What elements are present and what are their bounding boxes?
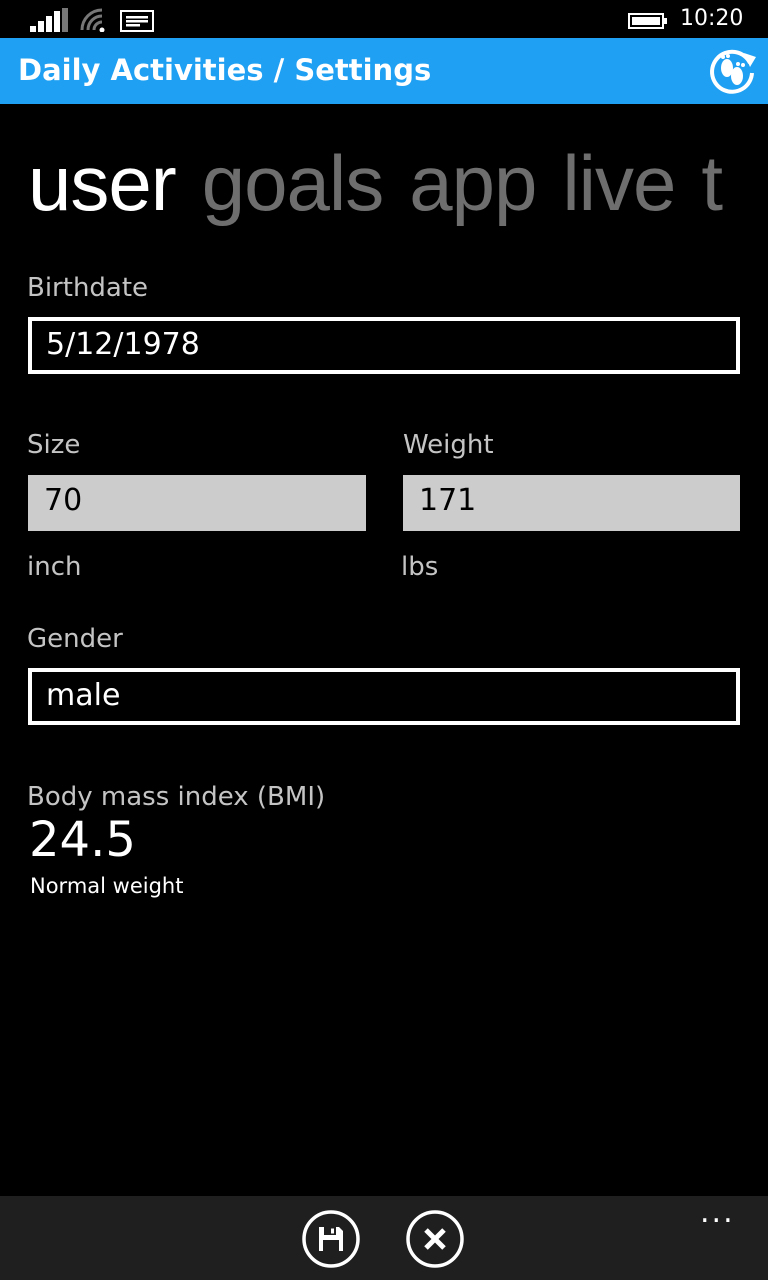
size-input[interactable]: 70 [28,475,366,531]
status-bar: 10:20 [0,0,768,38]
tab-goals[interactable]: goals [202,139,384,227]
pivot-tabs: user goals app live t [28,135,768,235]
save-icon [319,1227,343,1251]
weight-label: Weight [403,430,494,460]
bmi-value: 24.5 [29,812,136,868]
size-unit: inch [27,552,82,582]
app-bar: ... [0,1196,768,1280]
cancel-icon [424,1228,446,1250]
weight-unit: lbs [401,552,439,582]
bmi-label: Body mass index (BMI) [27,782,326,812]
battery-icon [628,13,667,29]
tab-live[interactable]: live [562,139,676,227]
weight-input[interactable]: 171 [403,475,740,531]
birthdate-field[interactable]: 5/12/1978 [28,317,740,374]
gender-picker[interactable]: male [28,668,740,725]
save-button[interactable] [302,1210,360,1268]
birthdate-label: Birthdate [27,273,149,303]
tab-app[interactable]: app [409,139,537,227]
tab-partial[interactable]: t [701,139,723,227]
status-time: 10:20 [680,6,744,31]
tab-user[interactable]: user [28,139,177,227]
size-label: Size [27,430,81,460]
message-icon [120,10,154,32]
gender-label: Gender [27,624,123,654]
bmi-category: Normal weight [30,874,184,898]
signal-icon [30,8,68,32]
more-button[interactable]: ... [700,1198,735,1228]
wifi-icon [80,8,105,32]
app-header: Daily Activities / Settings [0,38,768,104]
sync-footsteps-icon[interactable] [704,43,760,99]
page-title: Daily Activities / Settings [18,53,432,87]
cancel-button[interactable] [406,1210,464,1268]
